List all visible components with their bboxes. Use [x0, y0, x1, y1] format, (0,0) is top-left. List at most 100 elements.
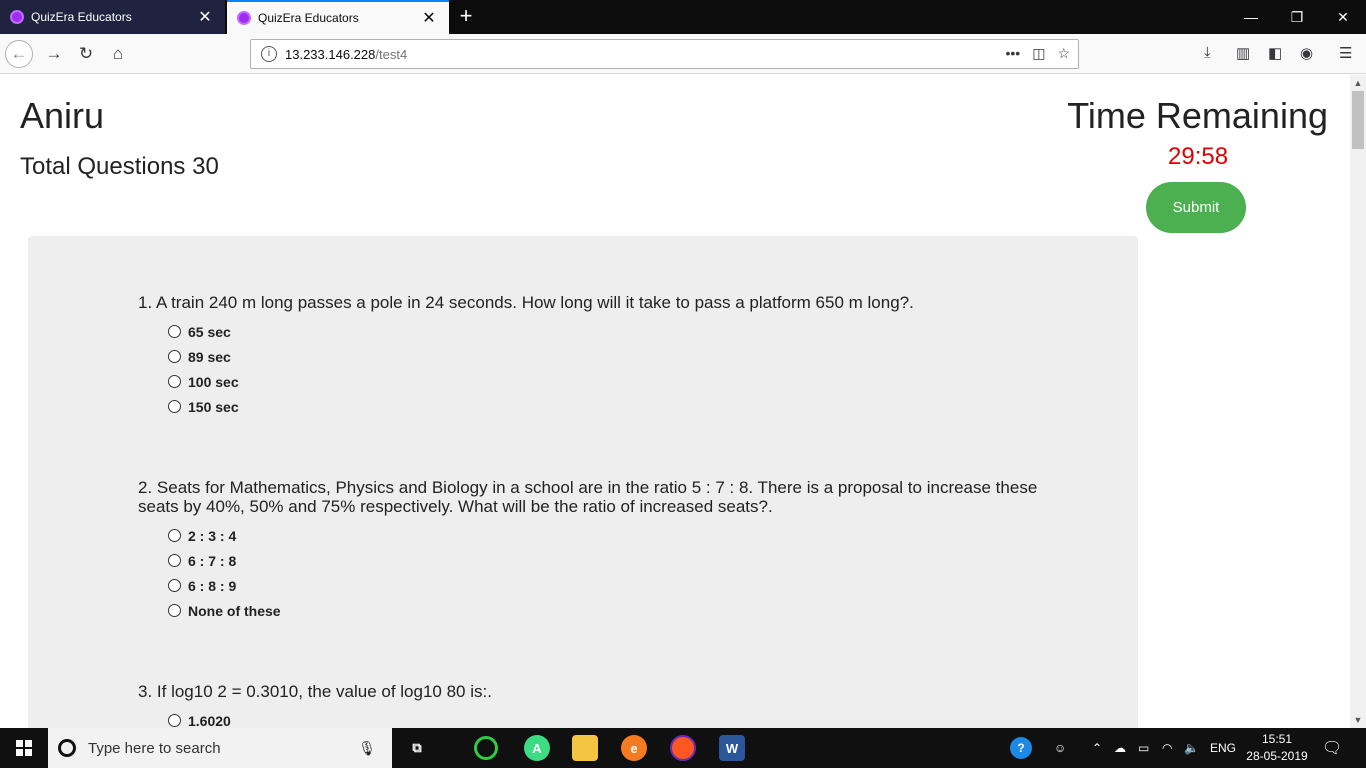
close-tab-icon[interactable]: ✕	[195, 7, 215, 27]
show-hidden-icons-icon[interactable]: ⌃	[1092, 728, 1102, 768]
options-list: 65 sec 89 sec 100 sec 150 sec	[168, 319, 1058, 419]
windows-logo-icon	[16, 740, 32, 756]
sidebar-icon[interactable]: ◧	[1268, 44, 1282, 62]
option-label: None of these	[188, 602, 281, 619]
browser-nav-bar: ← → ↻ ⌂ i 13.233.146.228/test4 ••• ◫ ☆ ⤓…	[0, 34, 1366, 74]
submit-button[interactable]: Submit	[1146, 182, 1246, 233]
radio-icon[interactable]	[168, 714, 181, 727]
radio-icon[interactable]	[168, 350, 181, 363]
microphone-icon[interactable]: 🎙	[358, 740, 376, 757]
scroll-up-icon[interactable]: ▲	[1350, 75, 1366, 91]
wifi-icon[interactable]: ◠	[1162, 728, 1172, 768]
page-scrollbar[interactable]: ▲ ▼	[1350, 75, 1366, 728]
option[interactable]: 100 sec	[168, 369, 1058, 394]
radio-icon[interactable]	[168, 579, 181, 592]
firefox-icon[interactable]	[670, 735, 696, 761]
library-icon[interactable]: ▥	[1236, 44, 1250, 62]
question-text: 3. If log10 2 = 0.3010, the value of log…	[138, 682, 492, 701]
taskbar-search[interactable]: Type here to search 🎙	[48, 728, 392, 768]
reload-icon[interactable]: ↻	[72, 40, 100, 68]
notifications-icon[interactable]: 🗨	[1322, 728, 1342, 768]
close-window-icon[interactable]: ✕	[1320, 0, 1366, 34]
home-icon[interactable]: ⌂	[104, 40, 132, 68]
option-label: 6 : 7 : 8	[188, 552, 237, 569]
url-host: 13.233.146.228	[285, 46, 376, 62]
radio-icon[interactable]	[168, 325, 181, 338]
clock-time: 15:51	[1261, 732, 1293, 746]
site-info-icon[interactable]: i	[261, 46, 277, 62]
option-label: 65 sec	[188, 323, 231, 340]
browser-tab-1[interactable]: QuizEra Educators ✕	[0, 0, 225, 34]
windows-taskbar: Type here to search 🎙 ⧉ A e W ? ☺ ⌃ ☁ ▭ …	[0, 728, 1366, 768]
url-path: /test4	[375, 46, 408, 62]
option-label: 89 sec	[188, 348, 231, 365]
option[interactable]: 150 sec	[168, 394, 1058, 419]
sync-app-icon[interactable]	[474, 736, 498, 760]
question-text: 1. A train 240 m long passes a pole in 2…	[138, 293, 914, 312]
option[interactable]: None of these	[168, 598, 1058, 623]
close-tab-icon[interactable]: ✕	[419, 8, 439, 28]
option[interactable]: 89 sec	[168, 344, 1058, 369]
task-view-icon[interactable]: ⧉	[404, 735, 430, 761]
option[interactable]: 6 : 7 : 8	[168, 548, 1058, 573]
option[interactable]: 2 : 3 : 4	[168, 523, 1058, 548]
minimize-icon[interactable]: —	[1228, 0, 1274, 34]
downloads-icon[interactable]: ⤓	[1204, 44, 1211, 61]
file-explorer-icon[interactable]	[572, 735, 598, 761]
quizera-favicon-icon	[10, 10, 24, 24]
cortana-icon	[58, 739, 76, 757]
question-text: 2. Seats for Mathematics, Physics and Bi…	[138, 478, 1038, 516]
scroll-thumb[interactable]	[1352, 91, 1364, 149]
radio-icon[interactable]	[168, 529, 181, 542]
people-icon[interactable]: ☺	[1054, 728, 1066, 768]
quizera-favicon-icon	[237, 11, 251, 25]
radio-icon[interactable]	[168, 604, 181, 617]
question-1: 1. A train 240 m long passes a pole in 2…	[138, 293, 1058, 419]
option-label: 100 sec	[188, 373, 239, 390]
question-3: 3. If log10 2 = 0.3010, the value of log…	[138, 682, 1058, 728]
option-label: 150 sec	[188, 398, 239, 415]
pocket-icon[interactable]: ◫	[1032, 45, 1045, 62]
bookmark-star-icon[interactable]: ☆	[1057, 45, 1070, 62]
taskbar-clock[interactable]: 15:51 28-05-2019	[1238, 731, 1316, 765]
tab-title: QuizEra Educators	[258, 11, 359, 25]
word-icon[interactable]: W	[719, 735, 745, 761]
options-list: 2 : 3 : 4 6 : 7 : 8 6 : 8 : 9 None of th…	[168, 523, 1058, 623]
back-icon[interactable]: ←	[5, 40, 33, 68]
radio-icon[interactable]	[168, 375, 181, 388]
browser-tab-bar: QuizEra Educators ✕ QuizEra Educators ✕ …	[0, 0, 1366, 34]
search-placeholder: Type here to search	[88, 739, 221, 757]
start-button[interactable]	[0, 728, 48, 768]
option-label: 2 : 3 : 4	[188, 527, 237, 544]
volume-icon[interactable]: 🔈	[1184, 728, 1199, 768]
option-label: 1.6020	[188, 712, 231, 729]
question-2: 2. Seats for Mathematics, Physics and Bi…	[138, 478, 1058, 623]
forward-icon[interactable]: →	[40, 40, 68, 68]
radio-icon[interactable]	[168, 400, 181, 413]
option[interactable]: 1.6020	[168, 708, 1058, 728]
url-bar[interactable]: i 13.233.146.228/test4 ••• ◫ ☆	[250, 39, 1079, 69]
new-tab-icon[interactable]: +	[454, 4, 478, 28]
option[interactable]: 6 : 8 : 9	[168, 573, 1058, 598]
edge-icon[interactable]: e	[621, 735, 647, 761]
quiz-page: Aniru Total Questions 30 Time Remaining …	[0, 75, 1350, 728]
menu-icon[interactable]: ☰	[1339, 44, 1352, 62]
questions-panel: 1. A train 240 m long passes a pole in 2…	[28, 236, 1138, 728]
scroll-down-icon[interactable]: ▼	[1350, 712, 1366, 728]
time-remaining-label: Time Remaining	[1067, 95, 1328, 136]
option-label: 6 : 8 : 9	[188, 577, 237, 594]
account-icon[interactable]: ◉	[1300, 44, 1313, 62]
option[interactable]: 65 sec	[168, 319, 1058, 344]
page-actions-icon[interactable]: •••	[1005, 45, 1020, 62]
countdown-timer: 29:58	[1168, 143, 1229, 170]
cloud-icon[interactable]: ☁	[1114, 728, 1126, 768]
radio-icon[interactable]	[168, 554, 181, 567]
battery-icon[interactable]: ▭	[1138, 728, 1149, 768]
browser-tab-2[interactable]: QuizEra Educators ✕	[227, 0, 449, 34]
android-studio-icon[interactable]: A	[524, 735, 550, 761]
language-indicator[interactable]: ENG	[1210, 728, 1236, 768]
user-name: Aniru	[20, 95, 105, 136]
help-icon[interactable]: ?	[1010, 728, 1032, 768]
total-questions: Total Questions 30	[20, 153, 219, 180]
restore-icon[interactable]: ❐	[1274, 0, 1320, 34]
